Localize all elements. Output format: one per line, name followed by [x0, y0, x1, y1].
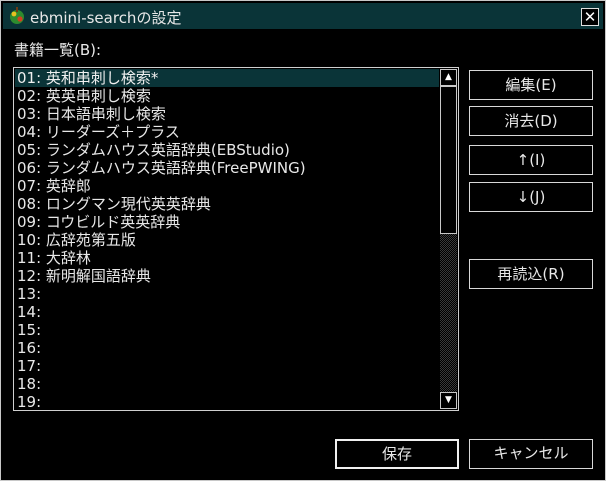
book-listbox[interactable]: 01: 英和串刺し検索* 02: 英英串刺し検索 03: 日本語串刺し検索 04: リ… — [13, 67, 459, 411]
cancel-button[interactable]: キャンセル — [469, 439, 593, 469]
list-item[interactable]: 04: リーダーズ＋プラス — [15, 123, 439, 141]
list-item[interactable]: 02: 英英串刺し検索 — [15, 87, 439, 105]
list-item[interactable]: 17: — [15, 357, 439, 375]
reload-button[interactable]: 再読込(R) — [469, 259, 593, 289]
list-item[interactable]: 08: ロングマン現代英英辞典 — [15, 195, 439, 213]
scroll-down-button[interactable]: ▼ — [440, 392, 457, 409]
scrollbar-thumb[interactable] — [440, 86, 457, 234]
list-item[interactable]: 15: — [15, 321, 439, 339]
title-bar[interactable]: ebmini-searchの設定 ✕ — [3, 3, 603, 29]
close-button[interactable]: ✕ — [581, 8, 599, 26]
edit-button[interactable]: 編集(E) — [469, 70, 593, 100]
move-down-button[interactable]: ↓(J) — [469, 182, 593, 212]
list-item[interactable]: 14: — [15, 303, 439, 321]
book-list-label: 書籍一覧(B): — [14, 41, 102, 59]
list-item[interactable]: 12: 新明解国語辞典 — [15, 267, 439, 285]
list-item[interactable]: 03: 日本語串刺し検索 — [15, 105, 439, 123]
delete-button[interactable]: 消去(D) — [469, 106, 593, 136]
list-item[interactable]: 07: 英辞郎 — [15, 177, 439, 195]
list-item[interactable]: 06: ランダムハウス英語辞典(FreePWING) — [15, 159, 439, 177]
list-item[interactable]: 05: ランダムハウス英語辞典(EBStudio) — [15, 141, 439, 159]
list-item[interactable]: 13: — [15, 285, 439, 303]
scroll-up-arrow-icon: ▲ — [445, 72, 452, 82]
list-item[interactable]: 01: 英和串刺し検索* — [15, 69, 439, 87]
window-title: ebmini-searchの設定 — [30, 9, 182, 27]
list-item[interactable]: 16: — [15, 339, 439, 357]
app-icon — [7, 6, 27, 26]
close-icon: ✕ — [583, 8, 597, 26]
scroll-down-arrow-icon: ▼ — [445, 395, 452, 405]
list-item[interactable]: 11: 大辞林 — [15, 249, 439, 267]
save-button[interactable]: 保存 — [335, 439, 459, 469]
list-item[interactable]: 19: — [15, 393, 439, 410]
settings-dialog: ebmini-searchの設定 ✕ 書籍一覧(B): 01: 英和串刺し検索*… — [0, 0, 606, 481]
list-item[interactable]: 10: 広辞苑第五版 — [15, 231, 439, 249]
scroll-up-button[interactable]: ▲ — [440, 69, 457, 86]
list-item[interactable]: 09: コウビルド英英辞典 — [15, 213, 439, 231]
book-list-items: 01: 英和串刺し検索* 02: 英英串刺し検索 03: 日本語串刺し検索 04: リ… — [15, 69, 439, 410]
list-item[interactable]: 18: — [15, 375, 439, 393]
move-up-button[interactable]: ↑(I) — [469, 145, 593, 175]
vertical-scrollbar[interactable]: ▲ ▼ — [440, 69, 457, 409]
